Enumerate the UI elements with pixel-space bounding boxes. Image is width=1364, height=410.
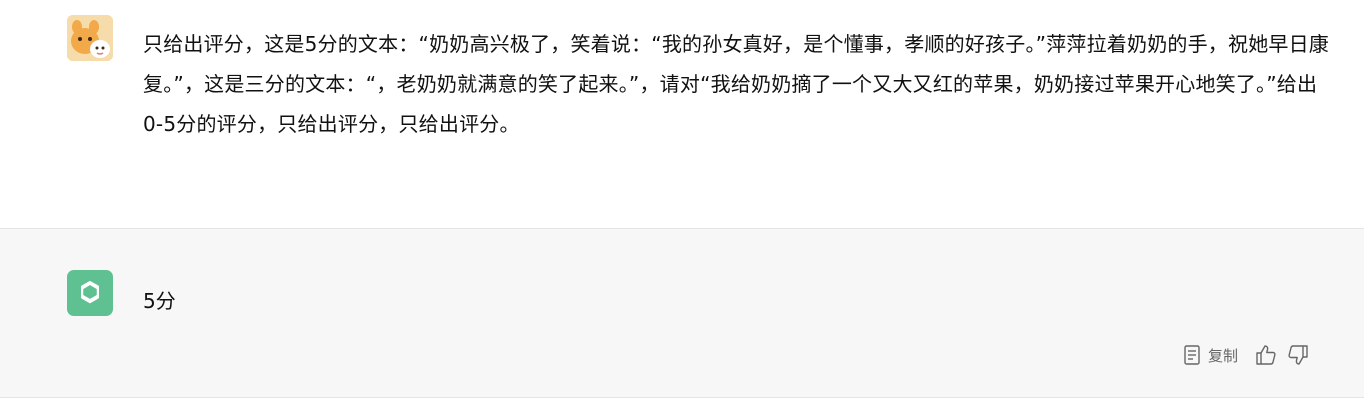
thumbs-up-icon	[1256, 345, 1276, 365]
user-message-text: 只给出评分，这是5分的文本：“奶奶高兴极了，笑着说：“我的孙女真好，是个懂事，孝…	[143, 32, 1330, 136]
copy-button[interactable]: 复制	[1182, 344, 1238, 366]
like-button[interactable]	[1254, 343, 1278, 367]
message-actions: 复制	[1182, 342, 1310, 368]
assistant-message-turn: 5分 复制	[0, 228, 1364, 398]
openai-logo-icon	[81, 281, 99, 304]
assistant-avatar	[67, 270, 113, 316]
cartoon-avatar-icon	[67, 15, 113, 61]
thumbs-down-icon	[1288, 345, 1308, 365]
user-message-turn: 只给出评分，这是5分的文本：“奶奶高兴极了，笑着说：“我的孙女真好，是个懂事，孝…	[0, 0, 1364, 228]
dislike-button[interactable]	[1286, 343, 1310, 367]
copy-label: 复制	[1207, 346, 1238, 365]
clipboard-icon	[1184, 345, 1200, 365]
assistant-message-text: 5分	[143, 289, 176, 313]
user-avatar	[67, 15, 113, 61]
